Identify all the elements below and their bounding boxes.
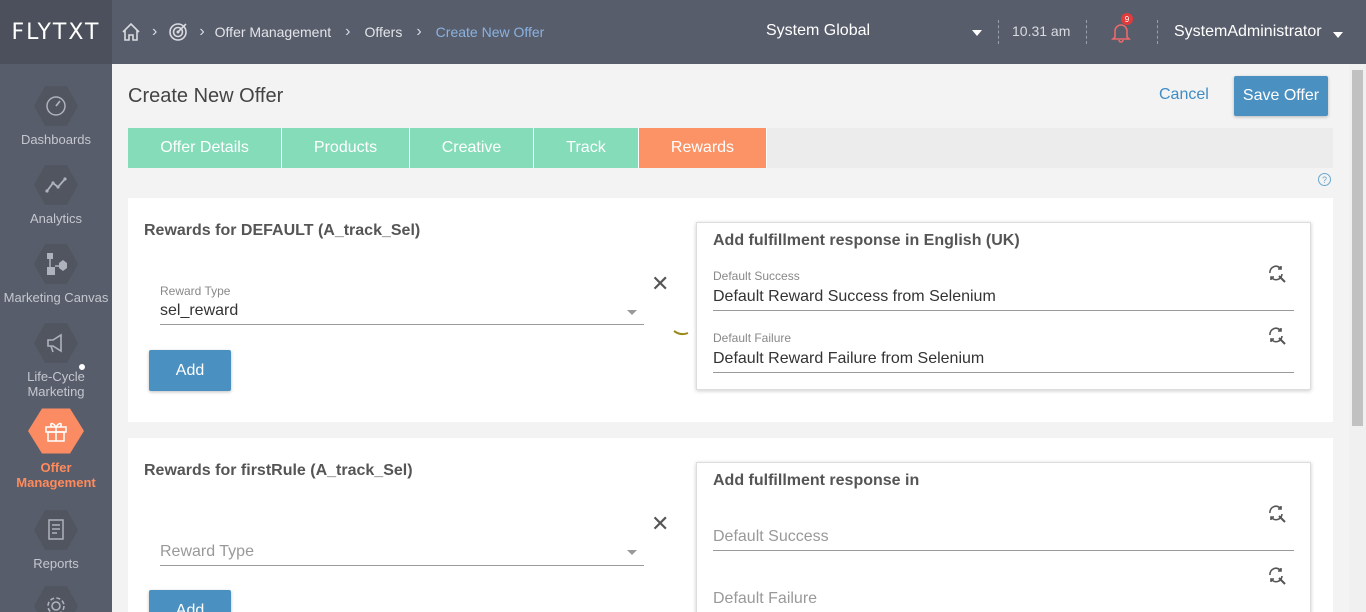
sidebar-item-marketing-canvas[interactable]: Marketing Canvas xyxy=(0,242,112,305)
logo: FLYTXT xyxy=(11,19,101,45)
chevron-down-icon[interactable] xyxy=(972,30,982,36)
fulfillment-box: Add fulfillment response in English (UK)… xyxy=(696,222,1311,390)
default-failure-field[interactable]: Default Reward Failure from Selenium xyxy=(713,350,984,368)
fulfillment-title: Add fulfillment response in xyxy=(713,472,920,489)
tab-creative[interactable]: Creative xyxy=(410,128,534,168)
breadcrumb-offers[interactable]: Offers xyxy=(364,24,402,40)
sidebar-item-label: Analytics xyxy=(29,211,83,226)
reward-type-label: Reward Type xyxy=(160,284,231,298)
divider xyxy=(998,20,999,44)
reward-type-select[interactable]: Reward Type xyxy=(160,543,254,561)
close-icon[interactable]: ✕ xyxy=(651,273,669,295)
sidebar-item-label: Life-Cycle xyxy=(27,369,85,384)
default-success-field[interactable]: Default Success xyxy=(713,528,829,546)
sidebar-item-label: Dashboards xyxy=(20,132,92,147)
field-underline xyxy=(160,565,644,566)
offer-tabs: Offer Details Products Creative Track Re… xyxy=(128,128,1333,168)
sidebar-item-label: Management xyxy=(16,475,96,490)
cursor-mark xyxy=(672,324,690,342)
sidebar-item-settings[interactable] xyxy=(0,584,112,612)
gift-icon xyxy=(28,408,84,454)
field-underline xyxy=(160,324,644,325)
target-icon[interactable] xyxy=(167,21,189,43)
breadcrumb-separator: › xyxy=(416,23,422,40)
sidebar-item-label: Marketing Canvas xyxy=(3,290,109,305)
reset-search-icon[interactable] xyxy=(1267,566,1287,591)
sidebar-item-label: Offer xyxy=(40,460,72,475)
default-success-label: Default Success xyxy=(713,269,800,283)
megaphone-icon xyxy=(34,323,78,363)
chevron-down-icon[interactable] xyxy=(1333,32,1343,38)
sidebar-item-analytics[interactable]: Analytics xyxy=(0,163,112,226)
logo-area: FLYTXT xyxy=(0,0,112,64)
field-underline xyxy=(713,550,1294,551)
page-title: Create New Offer xyxy=(128,85,284,107)
reset-search-icon[interactable] xyxy=(1267,504,1287,529)
field-underline xyxy=(713,372,1294,373)
breadcrumb-separator: › xyxy=(345,23,351,40)
breadcrumb-create-new-offer: Create New Offer xyxy=(435,24,545,40)
flow-icon xyxy=(34,244,78,284)
breadcrumb-separator: › xyxy=(152,23,158,40)
reward-type-select[interactable]: sel_reward xyxy=(160,302,238,320)
sidebar-item-dashboards[interactable]: Dashboards xyxy=(0,84,112,147)
chevron-down-icon[interactable] xyxy=(627,310,637,315)
active-indicator xyxy=(77,362,87,372)
close-icon[interactable]: ✕ xyxy=(651,513,669,535)
breadcrumb-separator: › xyxy=(199,23,205,40)
default-success-field[interactable]: Default Reward Success from Selenium xyxy=(713,288,996,306)
tab-offer-details[interactable]: Offer Details xyxy=(128,128,282,168)
divider xyxy=(1086,20,1087,44)
field-underline xyxy=(713,310,1294,311)
reward-card-default: Rewards for DEFAULT (A_track_Sel) Reward… xyxy=(128,198,1333,422)
help-icon[interactable]: ? xyxy=(1318,173,1331,186)
home-icon[interactable] xyxy=(120,21,142,43)
notification-badge: 9 xyxy=(1121,13,1133,25)
add-reward-button[interactable]: Add xyxy=(149,590,231,612)
card-title: Rewards for DEFAULT (A_track_Sel) xyxy=(144,222,421,239)
divider xyxy=(1157,20,1158,44)
user-menu[interactable]: SystemAdministrator xyxy=(1174,23,1322,41)
org-selector[interactable]: System Global xyxy=(766,22,870,40)
add-reward-button[interactable]: Add xyxy=(149,350,231,391)
card-title: Rewards for firstRule (A_track_Sel) xyxy=(144,462,413,479)
default-failure-label: Default Failure xyxy=(713,331,792,345)
chevron-down-icon[interactable] xyxy=(627,550,637,555)
sidebar-item-label: Marketing xyxy=(27,384,85,399)
reset-search-icon[interactable] xyxy=(1267,264,1287,289)
line-chart-icon xyxy=(34,165,78,205)
gear-icon xyxy=(34,586,78,612)
reset-search-icon[interactable] xyxy=(1267,326,1287,351)
breadcrumb-offer-management[interactable]: Offer Management xyxy=(215,24,331,40)
fulfillment-box: Add fulfillment response in Default Succ… xyxy=(696,462,1311,612)
default-failure-field[interactable]: Default Failure xyxy=(713,590,817,608)
sidebar-item-label: Reports xyxy=(33,556,79,571)
tab-rewards[interactable]: Rewards xyxy=(639,128,767,168)
sidebar: Dashboards Analytics Marketing Canvas Li… xyxy=(0,64,112,612)
clock-time: 10.31 am xyxy=(1012,23,1071,39)
scrollbar-thumb[interactable] xyxy=(1352,70,1363,426)
tab-products[interactable]: Products xyxy=(282,128,410,168)
save-offer-button[interactable]: Save Offer xyxy=(1234,76,1328,116)
sidebar-item-offer-management[interactable]: Offer Management xyxy=(0,406,112,490)
sidebar-item-life-cycle-marketing[interactable]: Life-Cycle Marketing xyxy=(0,321,112,399)
breadcrumb: › › Offer Management › Offers › Create N… xyxy=(120,0,544,64)
tab-track[interactable]: Track xyxy=(534,128,639,168)
gauge-icon xyxy=(34,86,78,126)
top-header: FLYTXT › › Offer Management › Offers › C… xyxy=(0,0,1366,64)
report-icon xyxy=(34,510,78,550)
cancel-button[interactable]: Cancel xyxy=(1159,86,1209,104)
reward-card-first-rule: Rewards for firstRule (A_track_Sel) Rewa… xyxy=(128,438,1333,612)
fulfillment-title: Add fulfillment response in English (UK) xyxy=(713,232,1020,249)
sidebar-item-reports[interactable]: Reports xyxy=(0,508,112,571)
